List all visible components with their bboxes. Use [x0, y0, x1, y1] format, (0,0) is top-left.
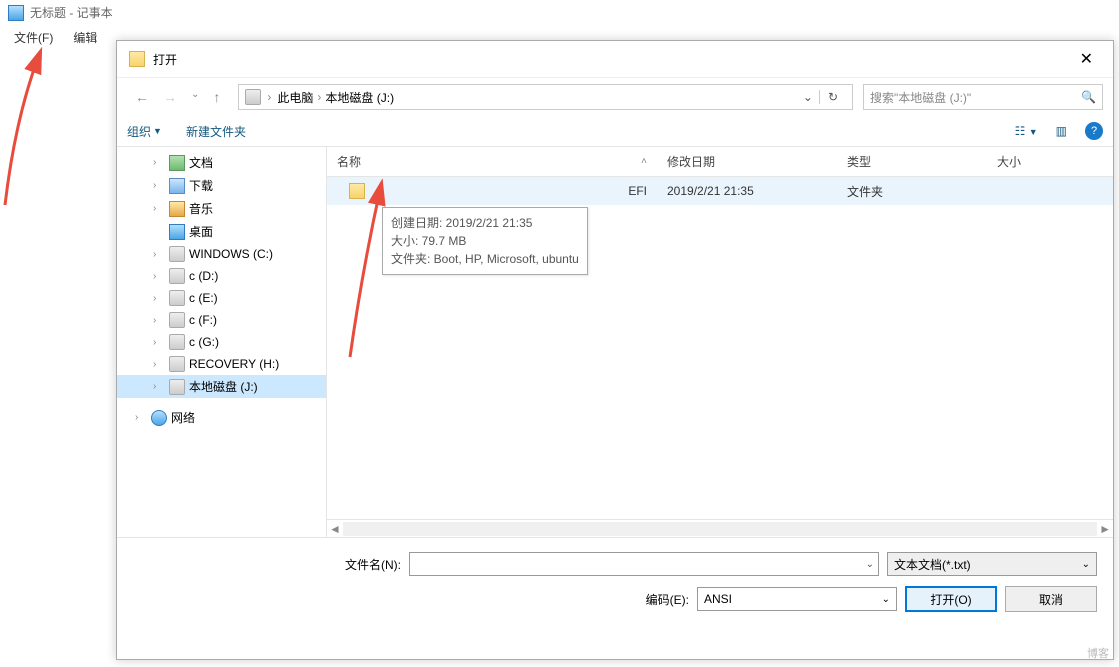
tree-drive-f[interactable]: ›c (F:) [117, 309, 326, 331]
list-header: 名称˄ 修改日期 类型 大小 [327, 147, 1113, 177]
new-folder-button[interactable]: 新建文件夹 [186, 123, 246, 140]
view-options-icon[interactable]: ☷ ▼ [1015, 124, 1038, 138]
cancel-button[interactable]: 取消 [1005, 586, 1097, 612]
tree-music[interactable]: ›音乐 [117, 197, 326, 220]
filetype-select[interactable]: 文本文档(*.txt)⌄ [887, 552, 1097, 576]
encoding-label: 编码(E): [609, 591, 689, 608]
chevron-icon: › [267, 90, 271, 104]
tree-recovery-h[interactable]: ›RECOVERY (H:) [117, 353, 326, 375]
open-dialog: 打开 ✕ ← → ⌄ ↑ › 此电脑 › 本地磁盘 (J:) ⌄ ↻ 搜索"本地… [116, 40, 1114, 660]
annotation-arrow-1 [0, 50, 60, 213]
tree-network[interactable]: ›网络 [117, 406, 326, 429]
filename-label: 文件名(N): [321, 556, 401, 573]
search-input[interactable]: 搜索"本地磁盘 (J:)" 🔍 [863, 84, 1103, 110]
folder-icon [349, 183, 365, 199]
chevron-icon: › [317, 90, 321, 104]
col-name[interactable]: 名称˄ [327, 147, 657, 176]
nav-back-icon[interactable]: ← [135, 89, 149, 105]
tree-windows-c[interactable]: ›WINDOWS (C:) [117, 243, 326, 265]
organize-button[interactable]: 组织▼ [127, 123, 162, 140]
search-placeholder: 搜索"本地磁盘 (J:)" [870, 89, 971, 106]
nav-fwd-icon[interactable]: → [163, 89, 177, 105]
tree-drive-d[interactable]: ›c (D:) [117, 265, 326, 287]
notepad-icon [8, 5, 24, 21]
file-list: 名称˄ 修改日期 类型 大小 EFI 2019/2/21 21:35 文件夹 创… [327, 147, 1113, 537]
nav-dropdown-icon[interactable]: ⌄ [191, 89, 199, 105]
tree-downloads[interactable]: ›下载 [117, 174, 326, 197]
tooltip: 创建日期: 2019/2/21 21:35 大小: 79.7 MB 文件夹: B… [382, 207, 588, 275]
tree-local-j[interactable]: ›本地磁盘 (J:) [117, 375, 326, 398]
search-icon: 🔍 [1081, 90, 1096, 104]
tree-documents[interactable]: ›文档 [117, 151, 326, 174]
close-button[interactable]: ✕ [1072, 49, 1101, 69]
dialog-title: 打开 [153, 51, 177, 68]
drive-icon [245, 89, 261, 105]
breadcrumb-pc[interactable]: 此电脑 [277, 89, 313, 106]
filename-input[interactable]: ⌄ [409, 552, 879, 576]
menu-file[interactable]: 文件(F) [4, 27, 63, 48]
folder-tree: ›文档 ›下载 ›音乐 桌面 ›WINDOWS (C:) ›c (D:) ›c … [117, 147, 327, 537]
watermark: 博客 [1087, 645, 1109, 661]
tree-drive-e[interactable]: ›c (E:) [117, 287, 326, 309]
refresh-icon[interactable]: ↻ [819, 90, 846, 104]
menu-edit[interactable]: 编辑 [63, 27, 107, 48]
address-bar[interactable]: › 此电脑 › 本地磁盘 (J:) ⌄ ↻ [238, 84, 853, 110]
horizontal-scrollbar[interactable]: ◄► [327, 519, 1113, 537]
encoding-select[interactable]: ANSI⌄ [697, 587, 897, 611]
col-size[interactable]: 大小 [987, 147, 1113, 176]
help-icon[interactable]: ? [1085, 122, 1103, 140]
nav-up-icon[interactable]: ↑ [213, 89, 220, 105]
breadcrumb-drive[interactable]: 本地磁盘 (J:) [325, 89, 394, 106]
preview-pane-icon[interactable]: ▥ [1056, 124, 1067, 138]
col-date[interactable]: 修改日期 [657, 147, 837, 176]
open-button[interactable]: 打开(O) [905, 586, 997, 612]
tree-drive-g[interactable]: ›c (G:) [117, 331, 326, 353]
list-row-efi[interactable]: EFI 2019/2/21 21:35 文件夹 [327, 177, 1113, 205]
tree-desktop[interactable]: 桌面 [117, 220, 326, 243]
dialog-icon [129, 51, 145, 67]
address-dropdown-icon[interactable]: ⌄ [803, 90, 813, 104]
notepad-title: 无标题 - 记事本 [30, 4, 113, 21]
scroll-right-icon: ► [1099, 522, 1111, 536]
col-type[interactable]: 类型 [837, 147, 987, 176]
scroll-left-icon: ◄ [329, 522, 341, 536]
